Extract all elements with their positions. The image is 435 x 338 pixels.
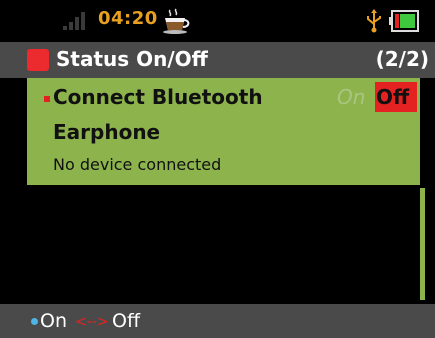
page-title: Status On/Off (56, 47, 208, 71)
toggle-on-option[interactable]: On (337, 85, 365, 109)
scrollbar-thumb[interactable] (420, 188, 425, 300)
device-status: No device connected (53, 155, 222, 174)
coffee-cup-icon (163, 8, 190, 34)
battery-icon (389, 10, 419, 32)
device-name: Earphone (53, 120, 161, 144)
usb-icon (367, 9, 381, 33)
status-bar: 04:20 (0, 0, 435, 42)
signal-icon (63, 10, 91, 30)
blue-dot-icon (31, 318, 38, 325)
clock-time: 04:20 (98, 8, 158, 29)
footer-on-label: On (40, 310, 67, 332)
toggle-off-option[interactable]: Off (375, 82, 417, 112)
menu-square-icon (27, 49, 49, 71)
toggle-off-label: Off (376, 85, 410, 109)
footer-off-label: Off (112, 310, 141, 332)
footer-hint: On <--> Off (0, 304, 435, 338)
bluetooth-setting-item[interactable]: Connect Bluetooth On Off Earphone No dev… (27, 78, 420, 185)
page-indicator: (2/2) (375, 47, 429, 71)
selected-bullet-icon (44, 96, 50, 102)
footer-arrow: <--> (75, 314, 109, 330)
scrollbar[interactable] (420, 78, 425, 300)
setting-label: Connect Bluetooth (53, 85, 263, 109)
title-bar: Status On/Off (2/2) (0, 42, 435, 78)
